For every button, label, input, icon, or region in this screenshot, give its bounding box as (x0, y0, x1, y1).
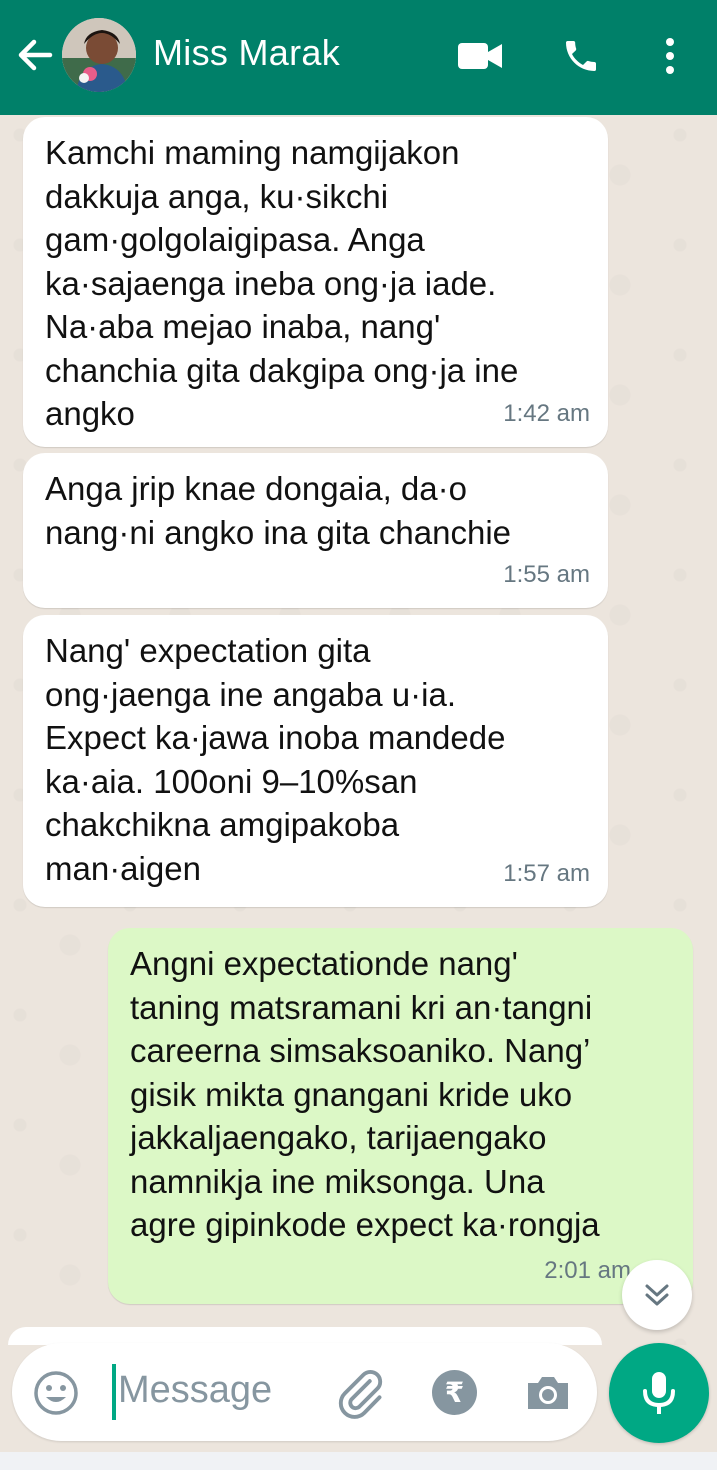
message-text: Angni expectationde nang' taning matsram… (130, 945, 600, 1243)
camera-button[interactable] (522, 1367, 574, 1419)
message-time: 1:42 am (503, 399, 590, 427)
message-input[interactable]: Message (118, 1369, 272, 1412)
system-nav-strip (0, 1452, 717, 1470)
message-time: 1:55 am (503, 560, 590, 588)
voice-record-button[interactable] (609, 1343, 709, 1443)
message-text: Anga jrip knae dongaia, da·o nang·ni ang… (45, 470, 512, 551)
contact-name[interactable]: Miss Marak (153, 32, 340, 74)
chat-area[interactable]: Kamchi maming namgijakon dakkuja anga, k… (0, 115, 717, 1345)
rupee-icon: ₹ (444, 1377, 465, 1408)
message-time: 1:57 am (503, 859, 590, 887)
emoji-icon (34, 1371, 78, 1415)
voice-call-button[interactable] (558, 34, 604, 78)
scroll-down-icon (645, 1284, 669, 1306)
video-call-icon (458, 43, 502, 69)
arrow-back-icon (18, 39, 53, 71)
chat-header: Miss Marak (0, 0, 717, 115)
back-button[interactable] (14, 34, 56, 76)
emoji-button[interactable] (32, 1369, 80, 1417)
attach-button[interactable] (334, 1367, 386, 1419)
text-cursor (112, 1364, 116, 1420)
message-time: 2:01 am (544, 1256, 631, 1284)
message-bubble-outgoing[interactable]: Angni expectationde nang' taning matsram… (108, 928, 693, 1304)
message-text: Kamchi maming namgijakon dakkuja anga, k… (45, 134, 519, 432)
message-bubble-incoming[interactable]: Anga jrip knae dongaia, da·o nang·ni ang… (23, 453, 608, 608)
phone-icon (566, 41, 596, 71)
more-options-button[interactable] (652, 34, 688, 78)
mic-icon (643, 1372, 675, 1414)
message-composer: Message ₹ (12, 1343, 597, 1441)
payment-button[interactable]: ₹ (432, 1370, 477, 1415)
scroll-to-bottom-button[interactable] (622, 1260, 692, 1330)
avatar[interactable] (62, 18, 136, 92)
message-bubble-incoming[interactable]: Nang' expectation gita ong·jaenga ine an… (23, 615, 608, 907)
camera-icon (528, 1377, 568, 1409)
video-call-button[interactable] (455, 34, 505, 78)
more-vert-icon (666, 38, 674, 74)
message-bubble-incoming[interactable]: Kamchi maming namgijakon dakkuja anga, k… (23, 117, 608, 447)
attach-icon (338, 1369, 383, 1419)
